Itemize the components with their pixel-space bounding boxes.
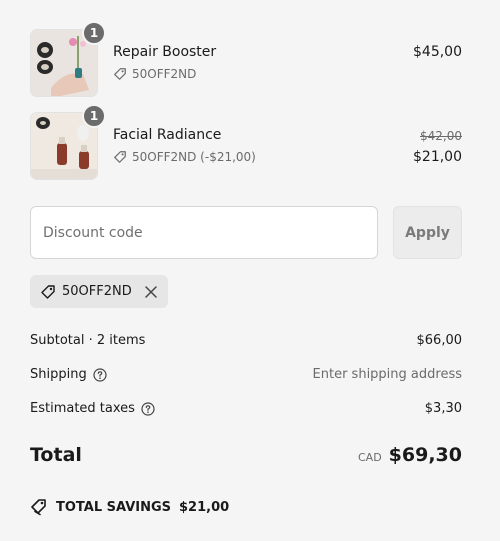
taxes-row: Estimated taxes $3,30 (30, 401, 462, 416)
total-label: Total (30, 444, 82, 466)
line-item: 1 Facial Radiance 50OFF2ND (-$21,00) $42… (30, 104, 462, 180)
original-price: $42,00 (420, 129, 462, 143)
tag-icon (114, 68, 126, 80)
subtotal-label: Subtotal · 2 items (30, 333, 146, 348)
discount-code-label: 50OFF2ND (132, 67, 197, 81)
quantity-badge: 1 (82, 21, 106, 45)
product-name: Repair Booster (113, 44, 217, 60)
total-value-group: CAD $69,30 (358, 444, 462, 466)
apply-discount-button[interactable]: Apply (393, 206, 462, 259)
total-savings: TOTAL SAVINGS $21,00 (30, 498, 229, 516)
shipping-row: Shipping Enter shipping address (30, 367, 462, 382)
remove-code-icon[interactable] (144, 285, 158, 299)
total-amount: $69,30 (388, 444, 462, 466)
tag-icon (114, 151, 126, 163)
line-price: $21,00 (413, 149, 462, 165)
taxes-value: $3,30 (424, 401, 462, 416)
shipping-value: Enter shipping address (312, 367, 462, 382)
line-item: 1 Repair Booster 50OFF2ND $45,00 (30, 21, 462, 97)
subtotal-value: $66,00 (416, 333, 463, 348)
applied-code-label: 50OFF2ND (62, 284, 132, 299)
savings-label: TOTAL SAVINGS (56, 499, 172, 515)
discount-code-label: 50OFF2ND (-$21,00) (132, 150, 256, 164)
applied-discount: 50OFF2ND (-$21,00) (113, 150, 256, 164)
line-price: $45,00 (413, 44, 462, 60)
shipping-label: Shipping (30, 367, 87, 382)
tag-icon (41, 284, 55, 299)
subtotal-row: Subtotal · 2 items $66,00 (30, 333, 462, 348)
taxes-label: Estimated taxes (30, 401, 135, 416)
savings-value: $21,00 (179, 499, 230, 515)
product-name: Facial Radiance (113, 127, 222, 143)
help-icon[interactable] (141, 401, 155, 416)
currency-code: CAD (357, 451, 382, 464)
applied-discount: 50OFF2ND (113, 67, 196, 81)
discount-code-input[interactable] (30, 206, 378, 259)
applied-code-chip: 50OFF2ND (30, 275, 168, 308)
tags-icon (31, 499, 46, 516)
quantity-badge: 1 (82, 104, 106, 128)
help-icon[interactable] (93, 367, 107, 382)
